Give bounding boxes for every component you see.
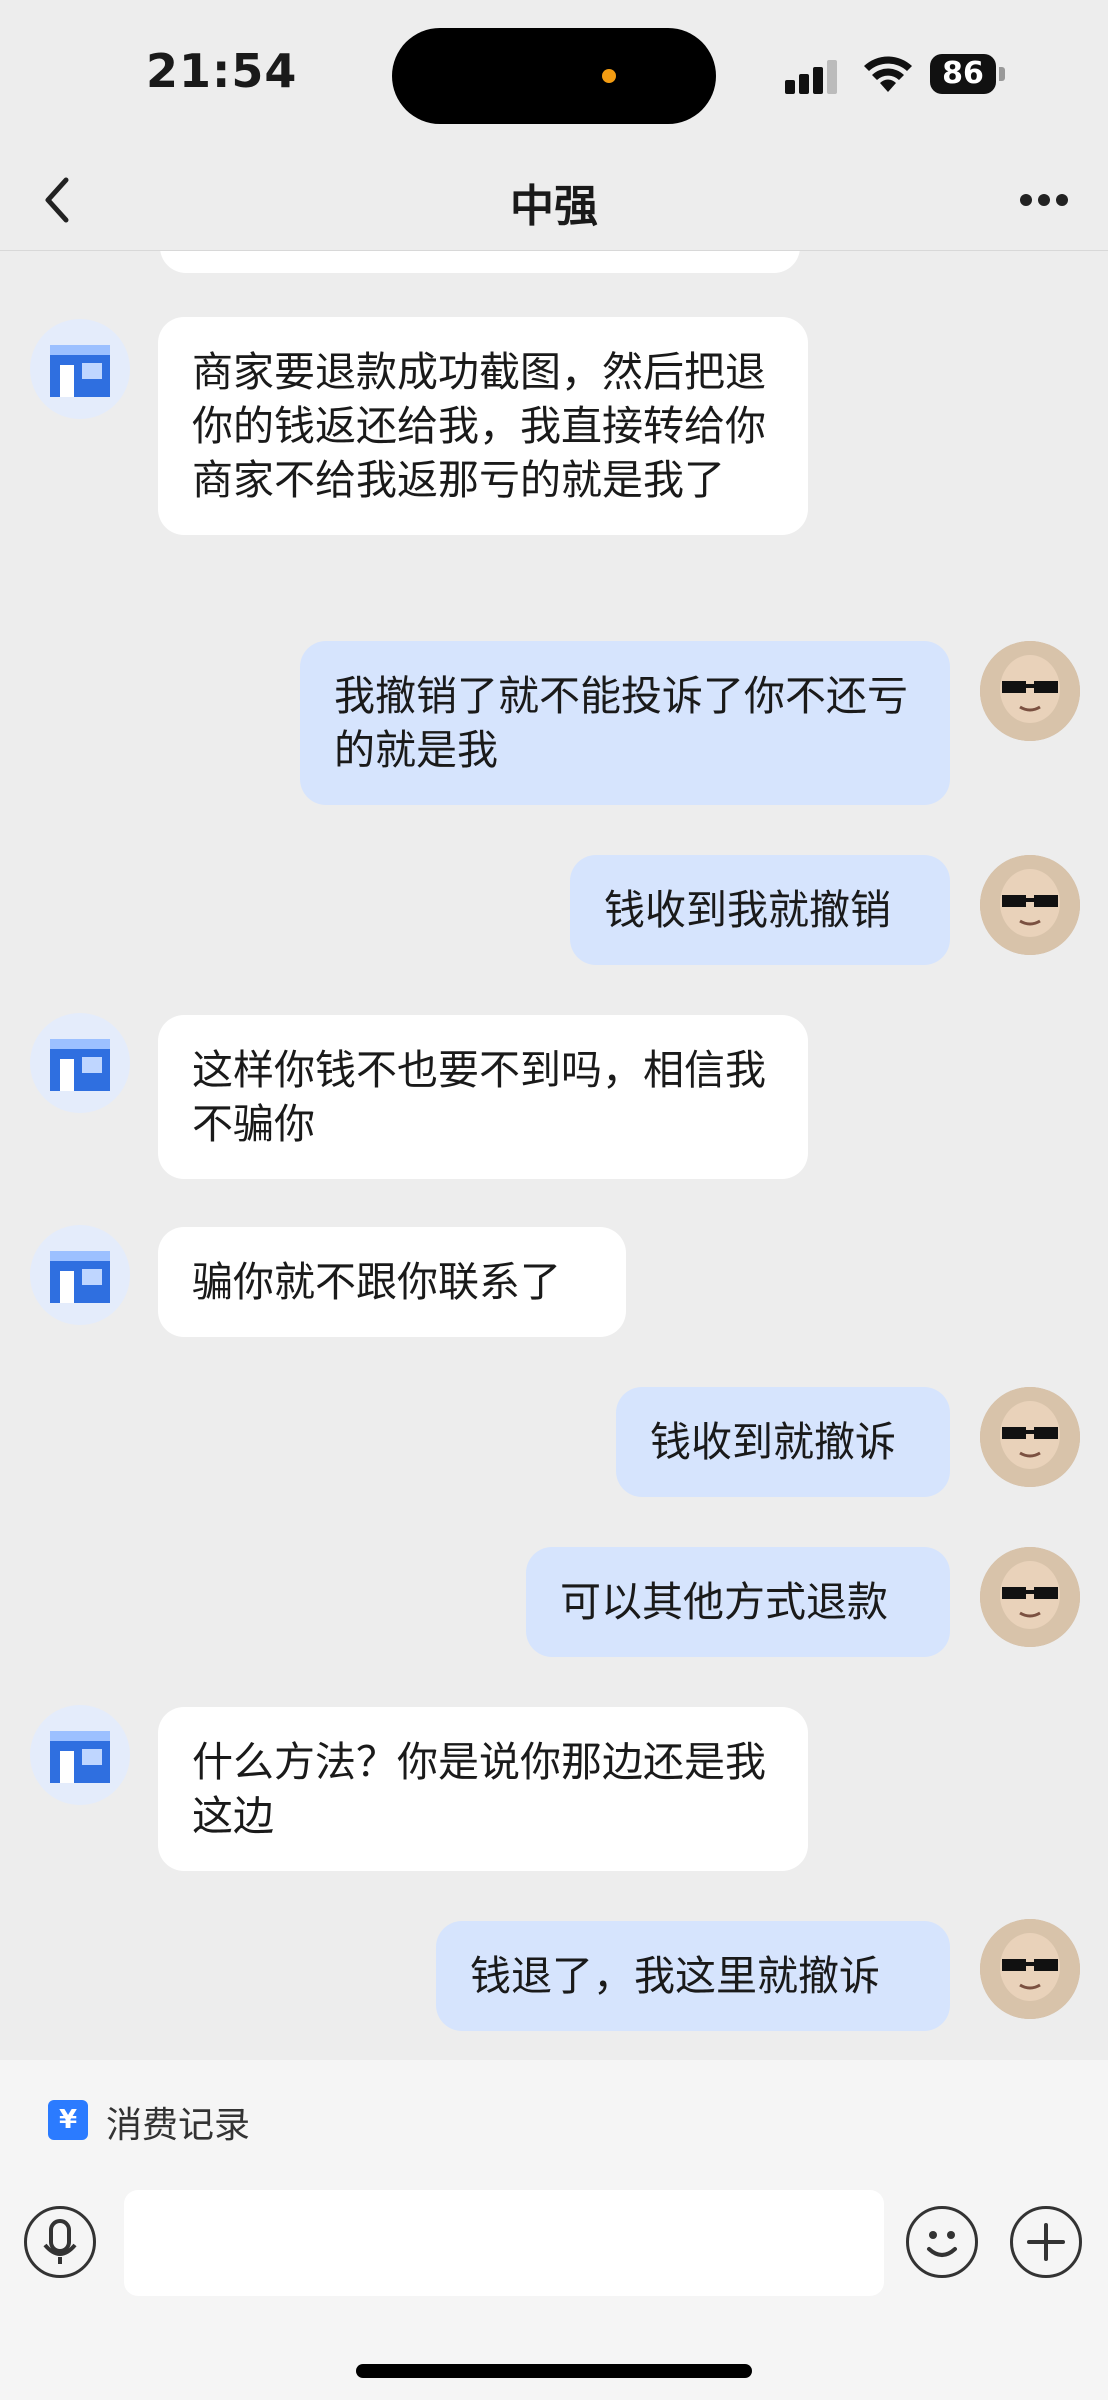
- chat-header: 中强: [0, 150, 1108, 251]
- emoji-button[interactable]: [906, 2206, 978, 2278]
- battery-level: 86: [942, 56, 984, 91]
- user-avatar[interactable]: [980, 1919, 1080, 2019]
- home-indicator[interactable]: [356, 2364, 752, 2378]
- more-actions-button[interactable]: [1010, 2206, 1082, 2278]
- receipt-yen-icon: ¥: [48, 2100, 88, 2140]
- message-bubble: 钱退了，我这里就撤诉: [436, 1921, 950, 2031]
- merchant-avatar[interactable]: [30, 1225, 130, 1325]
- chip-label: 消费记录: [106, 2105, 251, 2146]
- merchant-avatar[interactable]: [30, 319, 130, 419]
- user-avatar[interactable]: [980, 855, 1080, 955]
- input-bar: ¥ 消费记录: [0, 2060, 1108, 2400]
- message-bubble: 这样你钱不也要不到吗，相信我不骗你: [158, 1015, 808, 1179]
- message-bubble: 钱收到我就撤销: [570, 855, 950, 965]
- message-input[interactable]: [124, 2190, 884, 2296]
- cellular-signal-icon: [785, 58, 841, 94]
- wifi-icon: [864, 56, 912, 92]
- plus-icon: [1027, 2223, 1065, 2261]
- message-bubble: 我撤销了就不能投诉了你不还亏的就是我: [300, 641, 950, 805]
- voice-input-button[interactable]: [24, 2206, 96, 2278]
- emoji-icon: [927, 2231, 957, 2257]
- message-bubble: 什么方法？你是说你那边还是我这边: [158, 1707, 808, 1871]
- consumption-record-chip[interactable]: ¥ 消费记录: [30, 2080, 274, 2156]
- merchant-avatar[interactable]: [30, 1013, 130, 1113]
- chat-title: 中强: [510, 181, 598, 232]
- battery-icon: 86: [930, 54, 1006, 94]
- previous-message-bubble: [160, 251, 800, 273]
- more-options-icon[interactable]: [1018, 186, 1070, 214]
- message-bubble: 可以其他方式退款: [526, 1547, 950, 1657]
- message-bubble: 骗你就不跟你联系了: [158, 1227, 626, 1337]
- user-avatar[interactable]: [980, 1387, 1080, 1487]
- privacy-indicator-dot: [602, 69, 616, 83]
- user-avatar[interactable]: [980, 641, 1080, 741]
- dynamic-island: [392, 28, 716, 124]
- message-bubble: 钱收到就撤诉: [616, 1387, 950, 1497]
- microphone-icon: [43, 2219, 77, 2264]
- status-time: 21:54: [146, 44, 298, 98]
- user-avatar[interactable]: [980, 1547, 1080, 1647]
- message-bubble: 商家要退款成功截图，然后把退你的钱返还给我，我直接转给你商家不给我返那亏的就是我…: [158, 317, 808, 535]
- status-bar: 21:54 86: [0, 0, 1108, 150]
- message-list[interactable]: 商家要退款成功截图，然后把退你的钱返还给我，我直接转给你商家不给我返那亏的就是我…: [0, 251, 1108, 2060]
- merchant-avatar[interactable]: [30, 1705, 130, 1805]
